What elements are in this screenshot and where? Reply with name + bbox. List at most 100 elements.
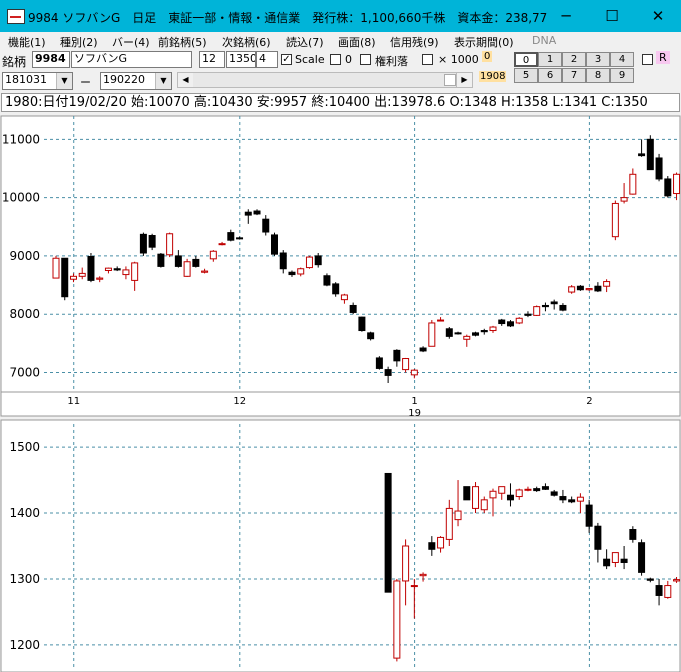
candle-body <box>506 494 514 501</box>
menu-type[interactable]: 種別(2) <box>60 34 98 50</box>
candle-body <box>550 301 558 305</box>
num-button-7[interactable]: 7 <box>562 68 586 83</box>
scale-checkbox[interactable]: ✓ <box>281 54 292 65</box>
candle-body <box>367 332 375 340</box>
menu-screen[interactable]: 画面(8) <box>338 34 376 50</box>
zero-checkbox[interactable] <box>330 54 341 65</box>
candle-body <box>611 202 619 238</box>
candle-body <box>332 283 340 295</box>
candle-body <box>472 486 480 509</box>
candle-body <box>463 486 471 501</box>
param-field-3[interactable]: 4 <box>256 51 278 68</box>
candle-body <box>646 138 654 171</box>
candle-body <box>489 490 497 499</box>
to-date-select[interactable]: 190220 ▼ <box>100 72 172 90</box>
candle-body <box>262 218 270 233</box>
menu-prev-stock[interactable]: 前銘柄(5) <box>158 34 207 50</box>
maximize-icon[interactable]: ☐ <box>589 0 635 32</box>
menu-function[interactable]: 機能(1) <box>8 34 46 50</box>
candle-body <box>419 573 427 577</box>
candle-body <box>576 285 584 291</box>
candle-body <box>428 542 436 550</box>
kenri-checkbox[interactable] <box>360 54 371 65</box>
menu-period[interactable]: 表示期間(0) <box>454 34 514 50</box>
menu-bar-type[interactable]: バー(4) <box>112 34 150 50</box>
y-tick-label: 10000 <box>2 191 40 205</box>
scroll-left-icon[interactable]: ◀ <box>178 73 193 87</box>
num-button-0[interactable]: 0 <box>514 52 538 67</box>
candle-body <box>340 294 348 301</box>
candle-body <box>192 258 200 267</box>
x1000-checkbox[interactable] <box>422 54 433 65</box>
candle-body <box>445 328 453 337</box>
candle-body <box>480 499 488 511</box>
chart-area: 7000 8000 9000 10000 11000 11 12 119 2 1200 1300 14… <box>0 115 681 672</box>
candle-body <box>157 253 165 267</box>
candle-body <box>603 558 611 567</box>
param-field-1[interactable]: 12 <box>199 51 225 68</box>
candle-body <box>638 542 646 573</box>
num-button-9[interactable]: 9 <box>610 68 634 83</box>
candle-body <box>166 233 174 256</box>
scroll-thumb[interactable] <box>444 74 456 86</box>
candle-body <box>498 319 506 325</box>
candle-body <box>52 257 60 279</box>
y-tick-label: 1200 <box>9 638 40 652</box>
candle-body <box>638 153 646 157</box>
candle-body <box>78 272 86 277</box>
candle-body <box>646 578 654 581</box>
candle-body <box>402 545 410 582</box>
x-tick-label: 19 <box>408 408 421 419</box>
candle-body <box>61 257 69 298</box>
from-date-select[interactable]: 181031 ▼ <box>2 72 73 90</box>
stock-code-input[interactable]: 9984 <box>32 51 70 68</box>
period-scrollbar[interactable]: ◀ ▶ <box>177 72 473 88</box>
candle-body <box>148 235 156 248</box>
minimize-icon[interactable]: ─ <box>543 0 589 32</box>
candle-body <box>358 316 366 332</box>
candle-body <box>620 197 628 202</box>
lower-panel <box>0 419 681 672</box>
menu-load[interactable]: 読込(7) <box>286 34 324 50</box>
title-bar[interactable]: 9984 ソフバンG 日足 東証一部・情報・通信業 発行株：1,100,660千… <box>0 0 681 32</box>
candle-body <box>410 369 418 376</box>
num-button-2[interactable]: 2 <box>562 52 586 67</box>
candle-body <box>122 269 130 276</box>
stock-name-input[interactable]: ソフバンG <box>71 51 192 68</box>
x-tick-label: 11 <box>67 396 80 407</box>
candle-body <box>87 255 95 281</box>
num-button-5[interactable]: 5 <box>514 68 538 83</box>
x-tick-label: 1 <box>411 396 417 407</box>
candle-body <box>104 267 112 271</box>
candle-body <box>506 321 514 327</box>
candle-body <box>541 486 549 490</box>
num-button-4[interactable]: 4 <box>610 52 634 67</box>
scroll-right-icon[interactable]: ▶ <box>456 73 472 87</box>
candle-body <box>463 335 471 340</box>
candle-body <box>69 275 77 280</box>
menu-next-stock[interactable]: 次銘柄(6) <box>222 34 271 50</box>
candle-body <box>568 286 576 293</box>
candle-body <box>559 304 567 311</box>
r-checkbox[interactable] <box>642 54 653 65</box>
menu-dna[interactable]: DNA <box>532 34 556 47</box>
y-tick-label: 8000 <box>9 307 40 321</box>
num-button-3[interactable]: 3 <box>586 52 610 67</box>
num-button-1[interactable]: 1 <box>538 52 562 67</box>
param-field-2[interactable]: 1350 <box>226 51 256 68</box>
candle-body <box>550 491 558 496</box>
candle-body <box>393 580 401 659</box>
chevron-down-icon: ▼ <box>155 73 171 89</box>
ohlc-info-line: 1980:日付19/02/20 始:10070 高:10430 安:9957 終… <box>1 93 680 112</box>
candle-body <box>271 234 278 255</box>
num-button-6[interactable]: 6 <box>538 68 562 83</box>
from-date-value: 181031 <box>5 73 47 86</box>
num-button-8[interactable]: 8 <box>586 68 610 83</box>
candle-body <box>96 277 104 280</box>
candle-body <box>568 499 576 503</box>
close-icon[interactable]: ✕ <box>635 0 681 32</box>
menu-margin[interactable]: 信用残(9) <box>390 34 439 50</box>
x-tick-label: 2 <box>586 396 592 407</box>
app-chart-icon <box>7 9 25 24</box>
price-panel <box>0 115 681 417</box>
